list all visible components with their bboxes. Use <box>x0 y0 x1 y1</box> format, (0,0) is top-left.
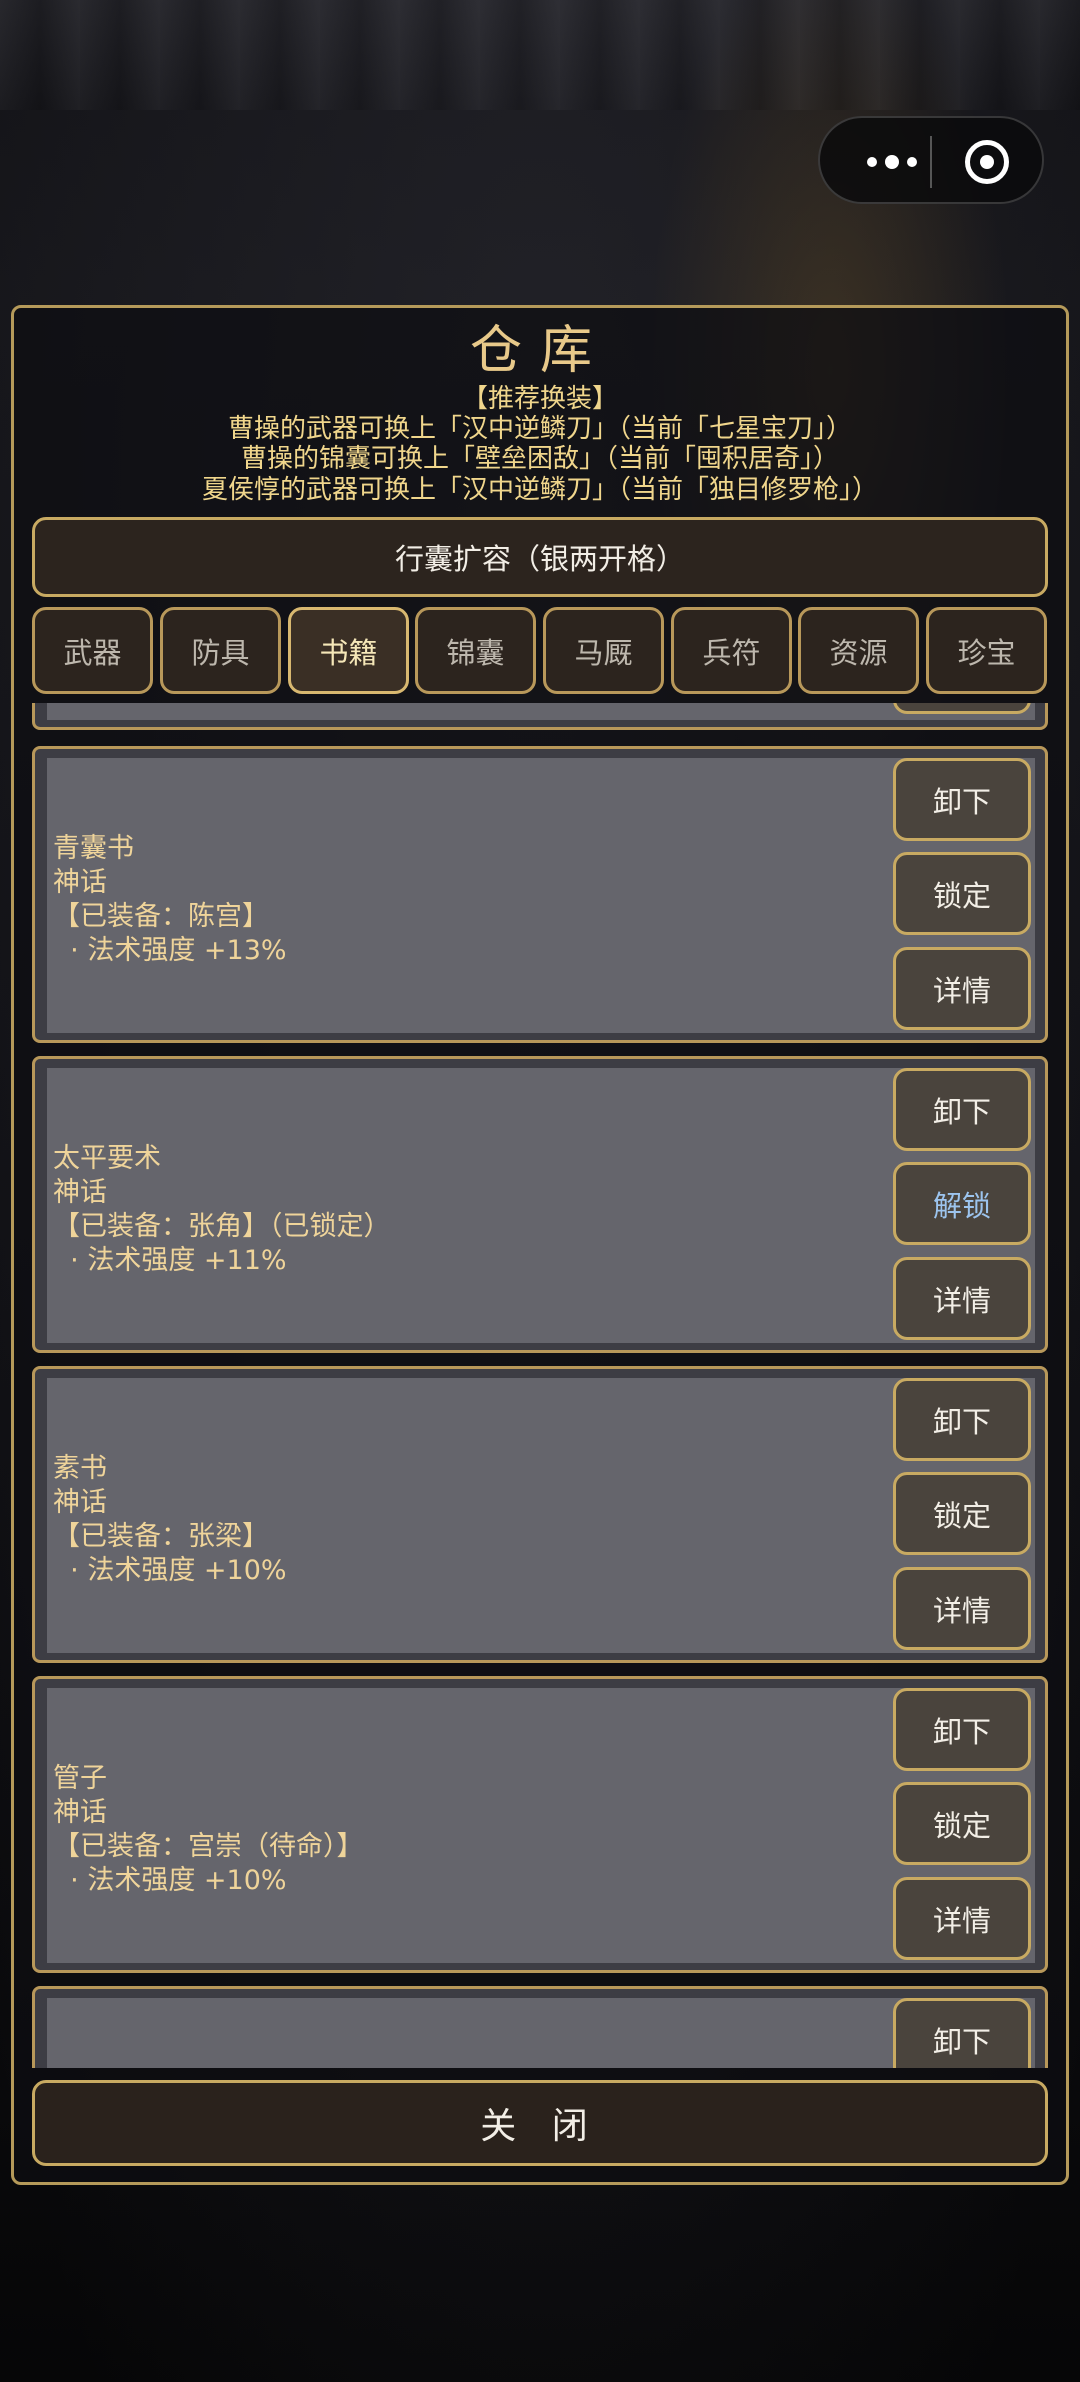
item-stat: · 法术强度 +10% <box>53 1555 287 1586</box>
item-equipped: 【已装备：张梁】 <box>53 1521 269 1552</box>
lock-button[interactable]: 锁定 <box>893 1472 1031 1555</box>
tab-treasure[interactable]: 珍宝 <box>926 607 1047 694</box>
list-item: 青囊书 神话 【已装备：陈宫】 · 法术强度 +13% 卸下 锁定 详情 <box>32 746 1048 1043</box>
details-button[interactable]: 详情 <box>893 1567 1031 1650</box>
tab-weapon[interactable]: 武器 <box>32 607 153 694</box>
item-rarity: 神话 <box>53 1177 107 1208</box>
item-stat: · 法术强度 +13% <box>53 935 287 966</box>
unequip-button[interactable]: 卸下 <box>893 1998 1031 2068</box>
unequip-button[interactable]: 卸下 <box>893 758 1031 841</box>
tab-resources[interactable]: 资源 <box>798 607 919 694</box>
lock-button[interactable]: 锁定 <box>893 1782 1031 1865</box>
expand-bag-button[interactable]: 行囊扩容（银两开格） <box>32 517 1048 597</box>
page-title: 仓库 <box>469 321 610 381</box>
list-item: 卸下 <box>32 1986 1048 2068</box>
list-item: 太平要术 神话 【已装备：张角】（已锁定） · 法术强度 +11% 卸下 解锁 … <box>32 1056 1048 1353</box>
item-name: 青囊书 <box>53 833 134 864</box>
list-item: 管子 神话 【已装备：宫崇（待命）】 · 法术强度 +10% 卸下 锁定 详情 <box>32 1676 1048 1973</box>
item-stat: · 法术强度 +11% <box>53 1245 287 1276</box>
lock-button[interactable]: 锁定 <box>893 852 1031 935</box>
tab-stable[interactable]: 马厩 <box>543 607 664 694</box>
status-bar-area <box>0 0 1080 110</box>
item-equipped: 【已装备：陈宫】 <box>53 901 269 932</box>
unlock-button[interactable]: 解锁 <box>893 1162 1031 1245</box>
close-button[interactable]: 关 闭 <box>32 2080 1048 2166</box>
item-rarity: 神话 <box>53 1487 107 1518</box>
item-name: 素书 <box>53 1453 107 1484</box>
recommend-heading: 【推荐换装】 <box>461 384 618 414</box>
item-equipped: 【已装备：张角】（已锁定） <box>53 1211 391 1242</box>
unequip-button[interactable]: 卸下 <box>893 1068 1031 1151</box>
close-miniprogram-icon[interactable] <box>965 140 1009 184</box>
card-button[interactable] <box>893 703 1031 714</box>
details-button[interactable]: 详情 <box>893 1877 1031 1960</box>
item-rarity: 神话 <box>53 867 107 898</box>
unequip-button[interactable]: 卸下 <box>893 1688 1031 1771</box>
list-item <box>32 703 1048 730</box>
item-list[interactable]: 青囊书 神话 【已装备：陈宫】 · 法术强度 +13% 卸下 锁定 详情 太平要… <box>28 703 1052 2068</box>
recommend-line: 曹操的武器可换上「汉中逆鳞刀」（当前「七星宝刀」） <box>227 414 852 444</box>
more-menu-icon[interactable] <box>852 146 932 178</box>
item-equipped: 【已装备：宫崇（待命）】 <box>53 1831 364 1862</box>
item-card-body <box>47 1998 1035 2068</box>
recommend-line: 夏侯惇的武器可换上「汉中逆鳞刀」（当前「独目修罗枪」） <box>201 475 878 505</box>
item-stat: · 法术强度 +10% <box>53 1865 287 1896</box>
item-name: 管子 <box>53 1763 107 1794</box>
tab-tally[interactable]: 兵符 <box>671 607 792 694</box>
item-name: 太平要术 <box>53 1143 161 1174</box>
recommend-line: 曹操的锦囊可换上「壁垒困敌」（当前「囤积居奇」） <box>240 444 839 474</box>
list-item: 素书 神话 【已装备：张梁】 · 法术强度 +10% 卸下 锁定 详情 <box>32 1366 1048 1663</box>
capsule-divider <box>930 136 932 188</box>
tab-books[interactable]: 书籍 <box>288 607 409 694</box>
tab-strategy[interactable]: 锦囊 <box>415 607 536 694</box>
unequip-button[interactable]: 卸下 <box>893 1378 1031 1461</box>
details-button[interactable]: 详情 <box>893 947 1031 1030</box>
tab-armor[interactable]: 防具 <box>160 607 281 694</box>
miniprogram-capsule <box>818 116 1044 204</box>
item-rarity: 神话 <box>53 1797 107 1828</box>
details-button[interactable]: 详情 <box>893 1257 1031 1340</box>
